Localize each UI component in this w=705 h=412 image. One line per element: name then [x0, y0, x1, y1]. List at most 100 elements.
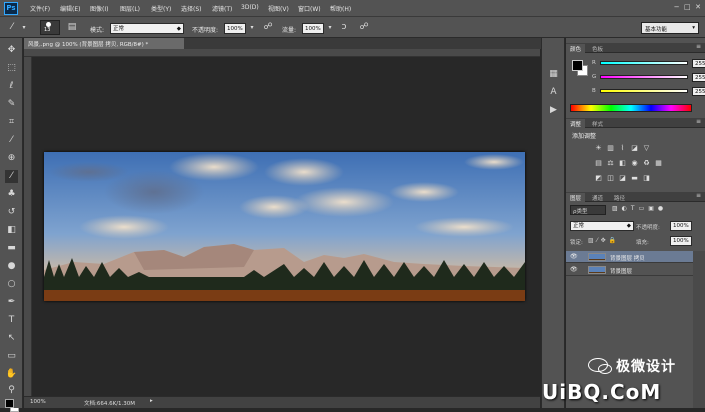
lasso-tool-icon[interactable]: ℓ: [5, 80, 18, 93]
maximize-button[interactable]: □: [684, 3, 691, 11]
invert-icon[interactable]: ◩: [594, 174, 603, 182]
black-white-icon[interactable]: ◧: [618, 159, 627, 167]
zoom-level[interactable]: 100%: [30, 399, 46, 405]
flow-dropdown-icon[interactable]: ▾: [324, 22, 336, 33]
gradient-tool-icon[interactable]: ▬: [5, 242, 18, 255]
panel-menu-icon[interactable]: ≡: [696, 118, 701, 125]
pressure-size-icon[interactable]: ☍: [358, 22, 370, 33]
airbrush-icon[interactable]: ↄ: [338, 22, 350, 33]
brush-preset-picker[interactable]: 13: [40, 20, 60, 35]
channel-b-slider[interactable]: [600, 89, 688, 93]
tab-paths[interactable]: 路径: [610, 193, 629, 202]
vertical-ruler[interactable]: [24, 57, 32, 396]
brush-tool-icon[interactable]: ⁄: [6, 22, 18, 33]
opacity-input[interactable]: 100%: [224, 23, 246, 34]
opacity-dropdown-icon[interactable]: ▾: [246, 22, 258, 33]
color-spectrum-bar[interactable]: [570, 104, 692, 112]
threshold-icon[interactable]: ◪: [618, 174, 627, 182]
clone-stamp-icon[interactable]: ♣: [5, 188, 18, 201]
menu-edit[interactable]: 编辑(E): [60, 4, 80, 13]
menu-type[interactable]: 类型(Y): [151, 4, 171, 13]
menu-select[interactable]: 选择(S): [181, 4, 202, 13]
brightness-contrast-icon[interactable]: ☀: [594, 144, 603, 152]
tab-adjustments[interactable]: 调整: [566, 119, 586, 128]
foreground-color-swatch[interactable]: [572, 60, 583, 71]
actions-panel-icon[interactable]: ▶: [547, 104, 560, 117]
menu-help[interactable]: 帮助(H): [330, 4, 351, 13]
dropdown-arrow-icon[interactable]: ▾: [18, 22, 30, 33]
eraser-tool-icon[interactable]: ◧: [5, 224, 18, 237]
path-select-tool-icon[interactable]: ↖: [5, 332, 18, 345]
pen-tool-icon[interactable]: ✒: [5, 296, 18, 309]
channel-g-slider[interactable]: [600, 75, 688, 79]
layer-filter-select[interactable]: ρ类型: [570, 205, 606, 215]
selective-color-icon[interactable]: ◨: [642, 174, 651, 182]
mode-select[interactable]: 正常 ◆: [110, 23, 184, 34]
tab-channels[interactable]: 通道: [588, 193, 607, 202]
posterize-icon[interactable]: ◫: [606, 174, 615, 182]
vibrance-icon[interactable]: ▽: [642, 144, 651, 152]
menu-layer[interactable]: 图层(L): [120, 4, 140, 13]
pressure-opacity-icon[interactable]: ☍: [262, 22, 274, 33]
levels-icon[interactable]: ▥: [606, 144, 615, 152]
exposure-icon[interactable]: ◪: [630, 144, 639, 152]
workspace-switcher[interactable]: 基本功能 ▾: [641, 22, 699, 34]
tab-layers[interactable]: 图层: [566, 193, 586, 202]
properties-panel-icon[interactable]: A: [547, 86, 560, 99]
history-panel-icon[interactable]: ▦: [547, 68, 560, 81]
healing-brush-icon[interactable]: ⊕: [5, 152, 18, 165]
shape-tool-icon[interactable]: ▭: [5, 350, 18, 363]
minimize-button[interactable]: −: [674, 3, 680, 11]
eyedropper-tool-icon[interactable]: ⁄: [5, 134, 18, 147]
dodge-tool-icon[interactable]: ○: [5, 278, 18, 291]
menu-file[interactable]: 文件(F): [30, 4, 50, 13]
channel-mixer-icon[interactable]: ♻: [642, 159, 651, 167]
menu-window[interactable]: 窗口(W): [298, 4, 321, 13]
brush-tool-icon[interactable]: ⁄: [5, 170, 18, 183]
fill-input[interactable]: 100%: [670, 236, 692, 246]
menu-image[interactable]: 图像(I): [90, 4, 108, 13]
history-brush-icon[interactable]: ↺: [5, 206, 18, 219]
brush-panel-icon[interactable]: ▤: [66, 22, 78, 33]
lock-icons[interactable]: ▨⁄✥🔒: [588, 237, 632, 244]
document-tab[interactable]: 风景,.png @ 100% (背景图层 拷贝, RGB/8#) *: [24, 38, 184, 49]
status-menu-arrow-icon[interactable]: ▸: [150, 398, 153, 404]
eye-icon[interactable]: 👁: [570, 266, 578, 273]
menu-view[interactable]: 视图(V): [268, 4, 289, 13]
tab-swatches[interactable]: 色板: [588, 44, 607, 53]
blur-tool-icon[interactable]: ●: [5, 260, 18, 273]
color-lookup-icon[interactable]: ▦: [654, 159, 663, 167]
flow-input[interactable]: 100%: [302, 23, 324, 34]
crop-tool-icon[interactable]: ⌗: [5, 116, 18, 129]
foreground-color-swatch[interactable]: [5, 399, 14, 408]
channel-r-slider[interactable]: [600, 61, 688, 65]
hue-saturation-icon[interactable]: ▤: [594, 159, 603, 167]
tab-color[interactable]: 颜色: [566, 44, 586, 53]
panel-menu-icon[interactable]: ≡: [696, 192, 701, 199]
channel-g-value[interactable]: 255: [692, 73, 705, 82]
panel-menu-icon[interactable]: ≡: [696, 43, 701, 50]
channel-r-value[interactable]: 255: [692, 59, 705, 68]
move-tool-icon[interactable]: ✥: [5, 44, 18, 57]
layer-filter-icons[interactable]: ▨◐T▭▣●: [612, 205, 692, 215]
eye-icon[interactable]: 👁: [570, 253, 578, 260]
quick-select-tool-icon[interactable]: ✎: [5, 98, 18, 111]
layer-opacity-input[interactable]: 100%: [670, 221, 692, 231]
curves-icon[interactable]: ⌇: [618, 144, 627, 152]
close-button[interactable]: ✕: [695, 3, 701, 11]
tab-styles[interactable]: 样式: [588, 119, 607, 128]
horizontal-ruler[interactable]: [24, 49, 540, 57]
color-balance-icon[interactable]: ⚖: [606, 159, 615, 167]
layer-row[interactable]: 👁 背景图层 拷贝: [566, 251, 693, 263]
menu-3d[interactable]: 3D(D): [241, 4, 259, 11]
layer-row[interactable]: 👁 背景图层: [566, 264, 693, 276]
type-tool-icon[interactable]: T: [5, 314, 18, 327]
photo-filter-icon[interactable]: ◉: [630, 159, 639, 167]
menu-filter[interactable]: 滤镜(T): [212, 4, 232, 13]
landscape-image[interactable]: [44, 152, 525, 301]
gradient-map-icon[interactable]: ▬: [630, 174, 639, 182]
channel-b-value[interactable]: 255: [692, 87, 705, 96]
marquee-tool-icon[interactable]: ⬚: [5, 62, 18, 75]
zoom-tool-icon[interactable]: ⚲: [5, 384, 18, 397]
hand-tool-icon[interactable]: ✋: [5, 368, 18, 381]
